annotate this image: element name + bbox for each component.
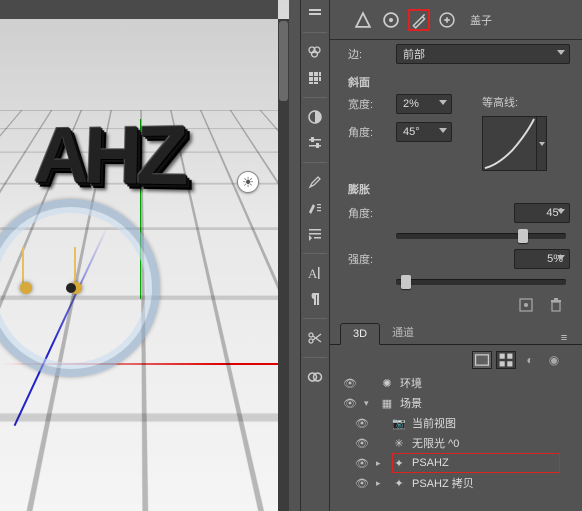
filter-light-icon[interactable]: ◉ — [544, 351, 564, 369]
layer-label: 环境 — [400, 375, 574, 391]
cc-icon[interactable] — [302, 366, 328, 388]
adjust-icon[interactable] — [302, 106, 328, 128]
layer-psahz[interactable]: 👁 ▸ ✦ PSAHZ — [338, 453, 574, 473]
3d-text-object[interactable]: AHZ — [32, 108, 182, 205]
twist-icon[interactable]: ▾ — [364, 398, 374, 409]
mode-icon-4[interactable] — [436, 9, 458, 31]
environment-icon: ✺ — [380, 376, 394, 390]
edge-label: 边: — [348, 46, 388, 62]
visibility-icon[interactable]: 👁 — [354, 477, 370, 490]
scissors-icon[interactable] — [302, 327, 328, 349]
layer-infinite-light[interactable]: 👁 ✳ 无限光 ^0 — [338, 433, 574, 453]
visibility-icon[interactable]: 👁 — [342, 397, 358, 410]
inflate-angle-label: 角度: — [348, 205, 388, 221]
inflate-strength-label: 强度: — [348, 251, 388, 267]
layer-environment[interactable]: 👁 ✺ 环境 — [338, 373, 574, 393]
camera-icon: 📷 — [392, 416, 406, 430]
cap-label: 盖子 — [470, 12, 492, 28]
twist-icon[interactable]: ▸ — [376, 478, 386, 489]
bevel-width-label: 宽度: — [348, 96, 388, 112]
inflate-angle-input[interactable]: 45° — [514, 203, 570, 223]
brush-icon[interactable] — [302, 171, 328, 193]
visibility-icon[interactable]: 👁 — [354, 457, 370, 470]
layer-label: PSAHZ 拷贝 — [412, 475, 574, 491]
bevel-angle-input[interactable]: 45° — [396, 122, 452, 142]
twist-icon[interactable]: ▸ — [376, 458, 386, 469]
viewport-3d[interactable]: AHZ ☀ — [0, 0, 289, 511]
visibility-icon[interactable]: 👁 — [354, 437, 370, 450]
tool-unknown-1[interactable] — [302, 2, 328, 24]
inflate-angle-slider[interactable] — [396, 233, 566, 239]
inflate-section-label: 膨胀 — [330, 175, 582, 199]
mesh-icon: ✦ — [392, 476, 406, 490]
paragraph-options-icon[interactable] — [302, 223, 328, 245]
filter-mesh-icon[interactable] — [496, 351, 516, 369]
filter-material-icon[interactable]: ◐ — [520, 351, 540, 369]
brushpreset-icon[interactable] — [302, 197, 328, 219]
layer-label: 当前视图 — [412, 415, 574, 431]
edge-dropdown[interactable]: 前部 — [396, 44, 570, 64]
mode-icon-2[interactable] — [380, 9, 402, 31]
slider-icon[interactable] — [302, 132, 328, 154]
svg-text:A: A — [308, 266, 318, 281]
contour-preset-button[interactable] — [537, 116, 547, 171]
bevel-width-input[interactable]: 2% — [396, 94, 452, 114]
trash-icon[interactable] — [548, 297, 564, 313]
3d-filter-row: ◐ ◉ — [330, 345, 582, 373]
layer-label: 场景 — [400, 395, 574, 411]
inflate-strength-slider[interactable] — [396, 279, 566, 285]
visibility-icon[interactable]: 👁 — [342, 377, 358, 390]
bevel-angle-label: 角度: — [348, 124, 388, 140]
contour-curve[interactable] — [482, 116, 537, 171]
mode-icon-1[interactable] — [352, 9, 374, 31]
layer-label: 无限光 ^0 — [412, 435, 574, 451]
character-icon[interactable]: A — [302, 262, 328, 284]
viewport-scrollbar[interactable] — [278, 19, 289, 511]
paragraph-icon[interactable] — [302, 288, 328, 310]
bevel-tab-icons: 盖子 — [330, 0, 582, 40]
3d-layer-list: 👁 ✺ 环境 👁 ▾ ▦ 场景 👁 📷 当前视图 👁 ✳ 无限光 ^0 👁 ▸ … — [330, 373, 582, 493]
panel-tabbar: 3D 通道 ≡ — [330, 321, 582, 345]
scene-icon: ▦ — [380, 396, 394, 410]
inflate-strength-input[interactable]: 5% — [514, 249, 570, 269]
tool-column: A — [300, 0, 330, 511]
bevel-width-value: 2% — [403, 98, 419, 110]
edge-row: 边: 前部 — [330, 40, 582, 68]
filter-scene-icon[interactable] — [472, 351, 492, 369]
visibility-icon[interactable]: 👁 — [354, 417, 370, 430]
layer-psahz-copy[interactable]: 👁 ▸ ✦ PSAHZ 拷贝 — [338, 473, 574, 493]
bevel-section-label: 斜面 — [330, 68, 582, 92]
tab-3d[interactable]: 3D — [340, 323, 380, 345]
grid-icon[interactable] — [302, 67, 328, 89]
properties-panel: 盖子 边: 前部 斜面 宽度: 2% 角度: 45° — [330, 0, 582, 511]
contour-label: 等高线: — [482, 94, 547, 110]
mode-icon-3-active[interactable] — [408, 9, 430, 31]
panel-menu-icon[interactable]: ≡ — [556, 332, 572, 344]
layer-scene[interactable]: 👁 ▾ ▦ 场景 — [338, 393, 574, 413]
swatches-icon[interactable] — [302, 41, 328, 63]
bevel-angle-value: 45° — [403, 126, 420, 138]
edge-value: 前部 — [403, 46, 425, 62]
tab-channels[interactable]: 通道 — [380, 320, 426, 344]
light-icon[interactable]: ☀ — [237, 171, 259, 193]
reset-icon[interactable] — [518, 297, 534, 313]
light-obj-icon: ✳ — [392, 436, 406, 450]
layer-current-view[interactable]: 👁 📷 当前视图 — [338, 413, 574, 433]
